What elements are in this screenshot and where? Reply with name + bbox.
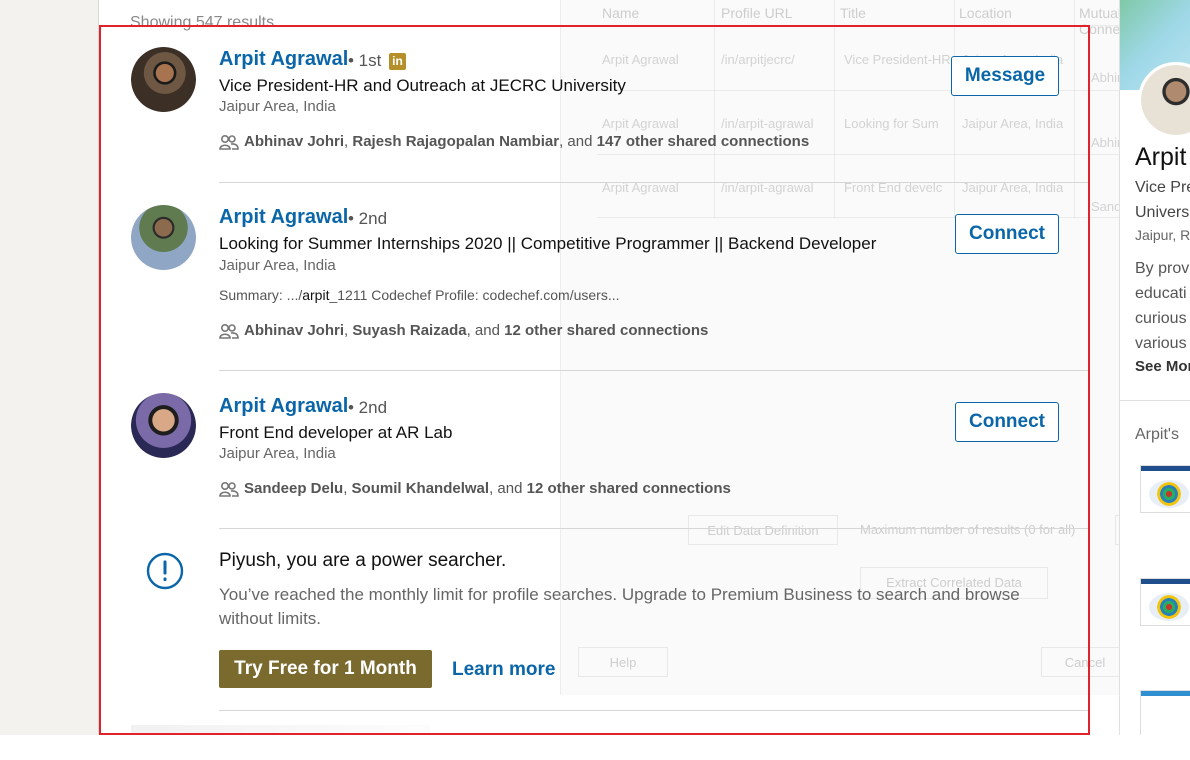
table-divider: [834, 0, 835, 218]
connect-button[interactable]: Connect: [955, 214, 1059, 254]
left-gutter: [0, 0, 98, 735]
results-count: Showing 547 results: [130, 14, 275, 31]
table-divider: [1074, 0, 1075, 218]
result-headline: Looking for Summer Internships 2020 || C…: [219, 234, 877, 253]
connection-degree: • 2nd: [348, 398, 388, 417]
help-button[interactable]: Help: [578, 647, 668, 677]
result-name[interactable]: Arpit Agrawal: [219, 395, 348, 418]
next-result-faded: [131, 725, 431, 735]
preview-headline: Vice Pre: [1135, 179, 1190, 196]
people-icon: [219, 134, 239, 150]
people-icon: [219, 323, 239, 339]
shared-connections[interactable]: Abhinav Johri, Suyash Raizada, and 12 ot…: [219, 322, 708, 339]
table-header: Location: [959, 5, 1012, 21]
preview-name[interactable]: Arpit: [1135, 143, 1186, 172]
shared-connection-name[interactable]: Soumil Khandelwal: [352, 480, 490, 497]
activity-thumbnail[interactable]: [1140, 578, 1190, 626]
table-divider: [954, 0, 955, 218]
separator: ,: [344, 133, 353, 150]
preview-divider: [1120, 400, 1190, 401]
preview-section-title: Arpit's: [1135, 426, 1179, 443]
profile-preview-panel: Arpit Vice Pre Univers Jaipur, R By prov…: [1119, 0, 1190, 735]
result-divider: [219, 528, 1089, 529]
shared-connection-name[interactable]: Abhinav Johri: [244, 322, 344, 339]
separator: , and: [466, 322, 505, 339]
activity-thumbnail[interactable]: [1140, 465, 1190, 513]
preview-headline: Univers: [1135, 204, 1190, 221]
message-button[interactable]: Message: [951, 56, 1059, 96]
separator: , and: [489, 480, 527, 497]
separator: ,: [343, 480, 352, 497]
table-divider: [714, 0, 715, 218]
edit-data-definition-button[interactable]: Edit Data Definition: [688, 515, 838, 545]
screen: Showing 547 results Name Profile URL Tit…: [0, 0, 1190, 760]
result-divider: [219, 370, 1089, 371]
result-divider: [219, 710, 1089, 711]
table-header: Profile URL: [721, 5, 793, 21]
table-cell: /in/arpit-agrawal: [721, 116, 814, 131]
result-headline: Vice President-HR and Outreach at JECRC …: [219, 76, 626, 95]
table-cell: Looking for Sum: [844, 116, 939, 131]
extraction-table: Name Profile URL Title Location Mutual C…: [597, 0, 1127, 218]
summary-highlight: arpit: [302, 287, 330, 303]
separator: , and: [559, 133, 597, 150]
result-summary: Summary: .../arpit_1211 Codechef Profile…: [219, 287, 619, 303]
shared-connection-count[interactable]: 12 other shared connections: [504, 322, 708, 339]
shared-connections[interactable]: Sandeep Delu, Soumil Khandelwal, and 12 …: [219, 480, 731, 497]
table-cell: Jaipur Area, India: [962, 116, 1064, 131]
shared-connection-name[interactable]: Suyash Raizada: [352, 322, 466, 339]
activity-thumbnail[interactable]: [1140, 690, 1190, 735]
shared-connection-name[interactable]: Sandeep Delu: [244, 480, 343, 497]
result-location: Jaipur Area, India: [219, 445, 336, 462]
shared-connection-name[interactable]: Rajesh Rajagopalan Nambiar: [352, 133, 559, 150]
learn-more-link[interactable]: Learn more: [452, 659, 555, 681]
table-divider: [597, 154, 1127, 155]
connection-degree: • 1st: [348, 51, 382, 70]
table-header: Title: [840, 5, 866, 21]
profile-photo[interactable]: [131, 47, 196, 112]
shared-connections[interactable]: Abhinav Johri, Rajesh Rajagopalan Nambia…: [219, 133, 809, 150]
linkedin-icon: in: [389, 53, 406, 70]
shared-connection-count[interactable]: 12 other shared connections: [527, 480, 731, 497]
preview-description: curious: [1135, 310, 1187, 327]
upsell-body: You’ve reached the monthly limit for pro…: [219, 585, 1020, 628]
summary-text: _1211 Codechef Profile: codechef.com/use…: [329, 287, 620, 303]
cancel-button[interactable]: Cancel: [1041, 647, 1129, 677]
see-more-link[interactable]: See Mor: [1135, 358, 1190, 375]
shared-connection-name[interactable]: Abhinav Johri: [244, 133, 344, 150]
profile-photo[interactable]: [131, 205, 196, 270]
result-location: Jaipur Area, India: [219, 257, 336, 274]
table-divider: [597, 25, 1127, 26]
table-header: Name: [602, 5, 640, 21]
connection-degree: • 2nd: [348, 209, 388, 228]
result-divider: [219, 182, 1089, 183]
result-name[interactable]: Arpit Agrawal: [219, 206, 348, 229]
summary-text: Summary: .../: [219, 287, 303, 303]
table-cell: /in/arpitjecrc/: [721, 52, 795, 67]
preview-description: educati: [1135, 285, 1187, 302]
upsell-title: Piyush, you are a power searcher.: [219, 550, 507, 571]
info-icon: [146, 552, 184, 590]
profile-photo[interactable]: [131, 393, 196, 458]
result-location: Jaipur Area, India: [219, 98, 336, 115]
connect-button[interactable]: Connect: [955, 402, 1059, 442]
bottom-gap: [0, 735, 1190, 760]
preview-location: Jaipur, R: [1135, 227, 1190, 243]
preview-description: various: [1135, 335, 1187, 352]
max-results-label: Maximum number of results (0 for all): [860, 522, 1076, 537]
shared-connection-count[interactable]: 147 other shared connections: [597, 133, 810, 150]
separator: ,: [344, 322, 353, 339]
result-headline: Front End developer at AR Lab: [219, 423, 453, 442]
result-name[interactable]: Arpit Agrawal: [219, 48, 348, 71]
try-premium-button[interactable]: Try Free for 1 Month: [219, 650, 432, 688]
preview-description: By prov: [1135, 260, 1190, 277]
table-cell: Arpit Agrawal: [602, 116, 679, 131]
table-cell: Arpit Agrawal: [602, 52, 679, 67]
table-cell: Vice President-HR: [844, 52, 951, 67]
people-icon: [219, 481, 239, 497]
